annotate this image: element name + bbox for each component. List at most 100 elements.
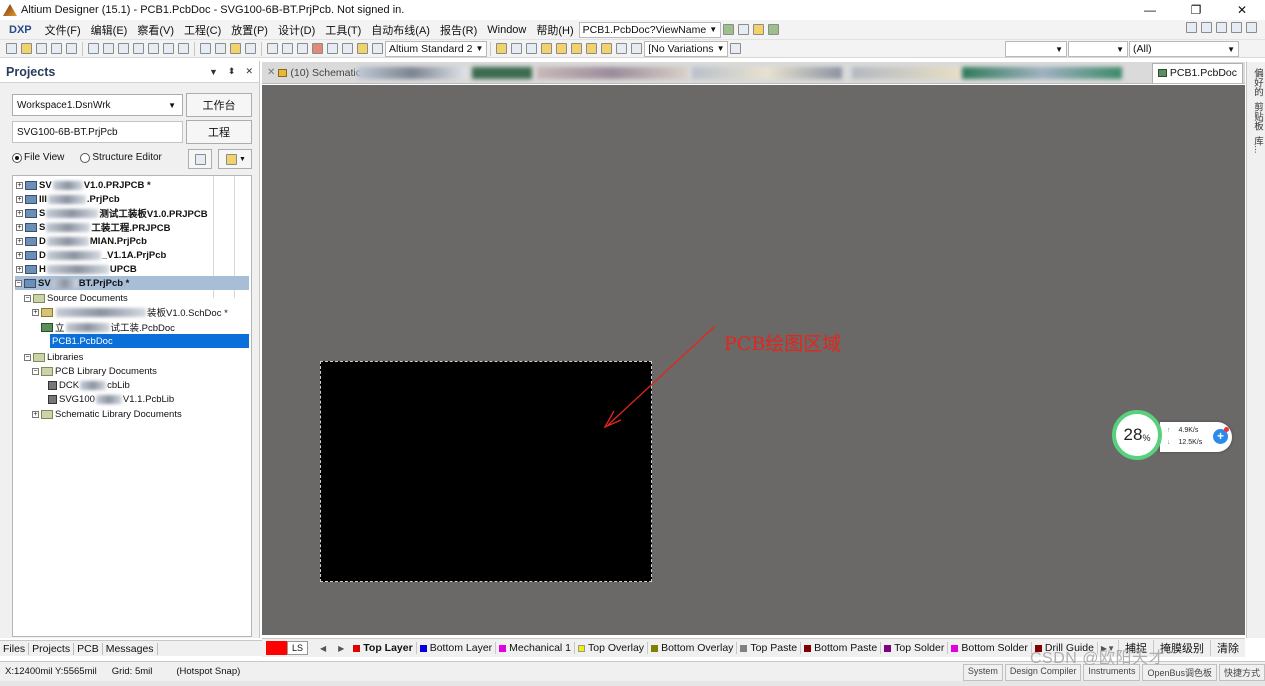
route-icon[interactable] (496, 43, 508, 54)
pad-icon[interactable] (541, 43, 553, 54)
tree-project-item[interactable]: + S 工装工程.PRJPCB (16, 220, 171, 234)
menu-view[interactable]: 察看(V) (132, 22, 179, 38)
tree-project-item-selected[interactable]: − SV BT.PrjPcb * (15, 276, 249, 290)
zoom-area-icon[interactable] (148, 43, 159, 54)
expand-icon[interactable]: + (16, 223, 23, 231)
right-tab-libraries[interactable]: 库... (1250, 136, 1264, 153)
3d-view-icon[interactable] (88, 43, 99, 54)
pcb-canvas[interactable]: PCB绘图区域 ↑ 4.9K/s ↓ 12.5K/s + 28% (262, 85, 1245, 635)
standard-combo[interactable]: Altium Standard 2 ▼ (385, 40, 488, 57)
layer-set-button[interactable]: LS (286, 641, 308, 655)
layout-icon[interactable] (1186, 22, 1197, 33)
deselect-icon[interactable] (297, 43, 308, 54)
tree-project-item[interactable]: + H UPCB (16, 262, 137, 276)
workspace-button[interactable]: 工作台 (186, 93, 252, 117)
panel-icon[interactable] (1201, 22, 1212, 33)
expand-icon[interactable]: + (16, 209, 23, 217)
layer-tab-bottom-layer[interactable]: Bottom Layer (417, 642, 497, 654)
new-icon[interactable] (6, 43, 17, 54)
schematic-document-item[interactable]: + 装板V1.0.SchDoc * (32, 305, 228, 319)
system-button[interactable]: System (962, 664, 1003, 681)
menu-help[interactable]: 帮助(H) (531, 22, 578, 38)
pcb-library-item[interactable]: SVG100 V1.1.PcbLib (48, 392, 174, 406)
browse-icon[interactable] (372, 43, 383, 54)
print-preview-icon[interactable] (66, 43, 77, 54)
layer-tab-bottom-overlay[interactable]: Bottom Overlay (648, 642, 738, 654)
tab-schematic[interactable]: ✕ (10) Schematic (262, 63, 366, 83)
project-field[interactable]: SVG100-6B-BT.PrjPcb (12, 121, 183, 143)
project-options-button[interactable]: ▼ (218, 149, 252, 169)
interactive-route-icon[interactable] (511, 43, 523, 54)
filter-all-combo[interactable]: (All) ▼ (1129, 41, 1239, 57)
panel-menu-icon[interactable]: ▼ (209, 67, 218, 77)
zoom-filter-icon[interactable] (178, 43, 189, 54)
layer-tab-top-overlay[interactable]: Top Overlay (575, 642, 649, 654)
schematic-library-documents-folder[interactable]: + Schematic Library Documents (32, 407, 182, 421)
minimize-button[interactable]: — (1127, 0, 1173, 20)
collapse-icon[interactable]: − (24, 353, 31, 361)
layer-tab-bottom-solder[interactable]: Bottom Solder (948, 642, 1032, 654)
tree-project-item[interactable]: + D _V1.1A.PrjPcb (16, 248, 166, 262)
paste-icon[interactable] (230, 43, 241, 54)
filter-combo-2[interactable]: ▼ (1068, 41, 1128, 57)
window-icon[interactable] (1231, 22, 1242, 33)
board-icon[interactable] (103, 43, 114, 54)
expand-icon[interactable]: + (16, 237, 23, 245)
rubber-stamp-icon[interactable] (245, 43, 256, 54)
save-icon[interactable] (36, 43, 47, 54)
tab-projects[interactable]: Projects (29, 642, 75, 655)
menu-edit[interactable]: 编辑(E) (86, 22, 133, 38)
cut-icon[interactable] (200, 43, 211, 54)
project-button[interactable]: 工程 (186, 120, 252, 144)
arc-icon[interactable] (571, 43, 583, 54)
tab-files[interactable]: Files (0, 642, 30, 655)
component-icon[interactable] (631, 43, 643, 54)
undo-icon[interactable] (327, 43, 338, 54)
compile-icon[interactable] (188, 149, 212, 169)
file-view-radio[interactable] (12, 152, 22, 163)
right-tab-clipboard[interactable]: 剪贴板 (1250, 102, 1264, 131)
navigate-back-icon[interactable] (723, 24, 735, 35)
clear-button[interactable]: 清除 (1210, 640, 1245, 656)
variations-combo[interactable]: [No Variations ▼ (644, 40, 729, 57)
close-button[interactable]: ✕ (1219, 0, 1265, 20)
tab-pcb1-active[interactable]: PCB1.PcbDoc (1151, 62, 1243, 83)
right-tab-favorites[interactable]: 偏好的 (1250, 68, 1264, 97)
zoom-fit-icon[interactable] (133, 43, 144, 54)
layer-tab-bottom-paste[interactable]: Bottom Paste (801, 642, 882, 654)
navigate-forward-icon[interactable] (738, 24, 750, 35)
scroll-right-icon[interactable]: ▶ (338, 644, 344, 653)
diff-pair-icon[interactable] (526, 43, 538, 54)
document-path-combo[interactable]: PCB1.PcbDoc?ViewName ▼ (578, 21, 722, 38)
cross-probe-icon[interactable] (357, 43, 368, 54)
layer-icon[interactable] (118, 43, 129, 54)
layer-tab-top-solder[interactable]: Top Solder (881, 642, 949, 654)
grid-icon[interactable] (1246, 22, 1257, 33)
libraries-folder[interactable]: − Libraries (24, 350, 83, 364)
collapse-icon[interactable]: − (15, 279, 22, 287)
network-speed-widget[interactable]: ↑ 4.9K/s ↓ 12.5K/s + 28% (1110, 410, 1234, 464)
expand-icon[interactable]: + (32, 308, 39, 316)
tab-pcb[interactable]: PCB (74, 642, 103, 655)
layer-tab-mechanical-1[interactable]: Mechanical 1 (496, 642, 576, 654)
current-layer-swatch[interactable] (266, 641, 287, 655)
tree-project-item[interactable]: + SV V1.0.PRJPCB * (16, 178, 151, 192)
tree-project-item[interactable]: + D MIAN.PrjPcb (16, 234, 147, 248)
string-icon[interactable] (616, 43, 628, 54)
scroll-left-icon[interactable]: ◀ (320, 644, 326, 653)
filter-combo-1[interactable]: ▼ (1005, 41, 1067, 57)
layer-tab-top-layer[interactable]: Top Layer (350, 642, 417, 654)
select-area-icon[interactable] (267, 43, 278, 54)
pcb1-document-item-selected[interactable]: PCB1.PcbDoc (50, 334, 249, 348)
pcb-library-item[interactable]: DCK cbLib (48, 378, 130, 392)
pin-icon[interactable]: ⬍ (228, 66, 236, 77)
tab-messages[interactable]: Messages (103, 642, 158, 655)
via-icon[interactable] (556, 43, 568, 54)
menu-project[interactable]: 工程(C) (179, 22, 226, 38)
menu-window[interactable]: Window (482, 24, 531, 36)
expand-icon[interactable]: + (32, 410, 39, 418)
menu-dxp[interactable]: DXP (4, 24, 37, 36)
home-icon[interactable] (753, 24, 765, 35)
pcb-library-documents-folder[interactable]: − PCB Library Documents (32, 364, 157, 378)
menu-place[interactable]: 放置(P) (226, 22, 273, 38)
